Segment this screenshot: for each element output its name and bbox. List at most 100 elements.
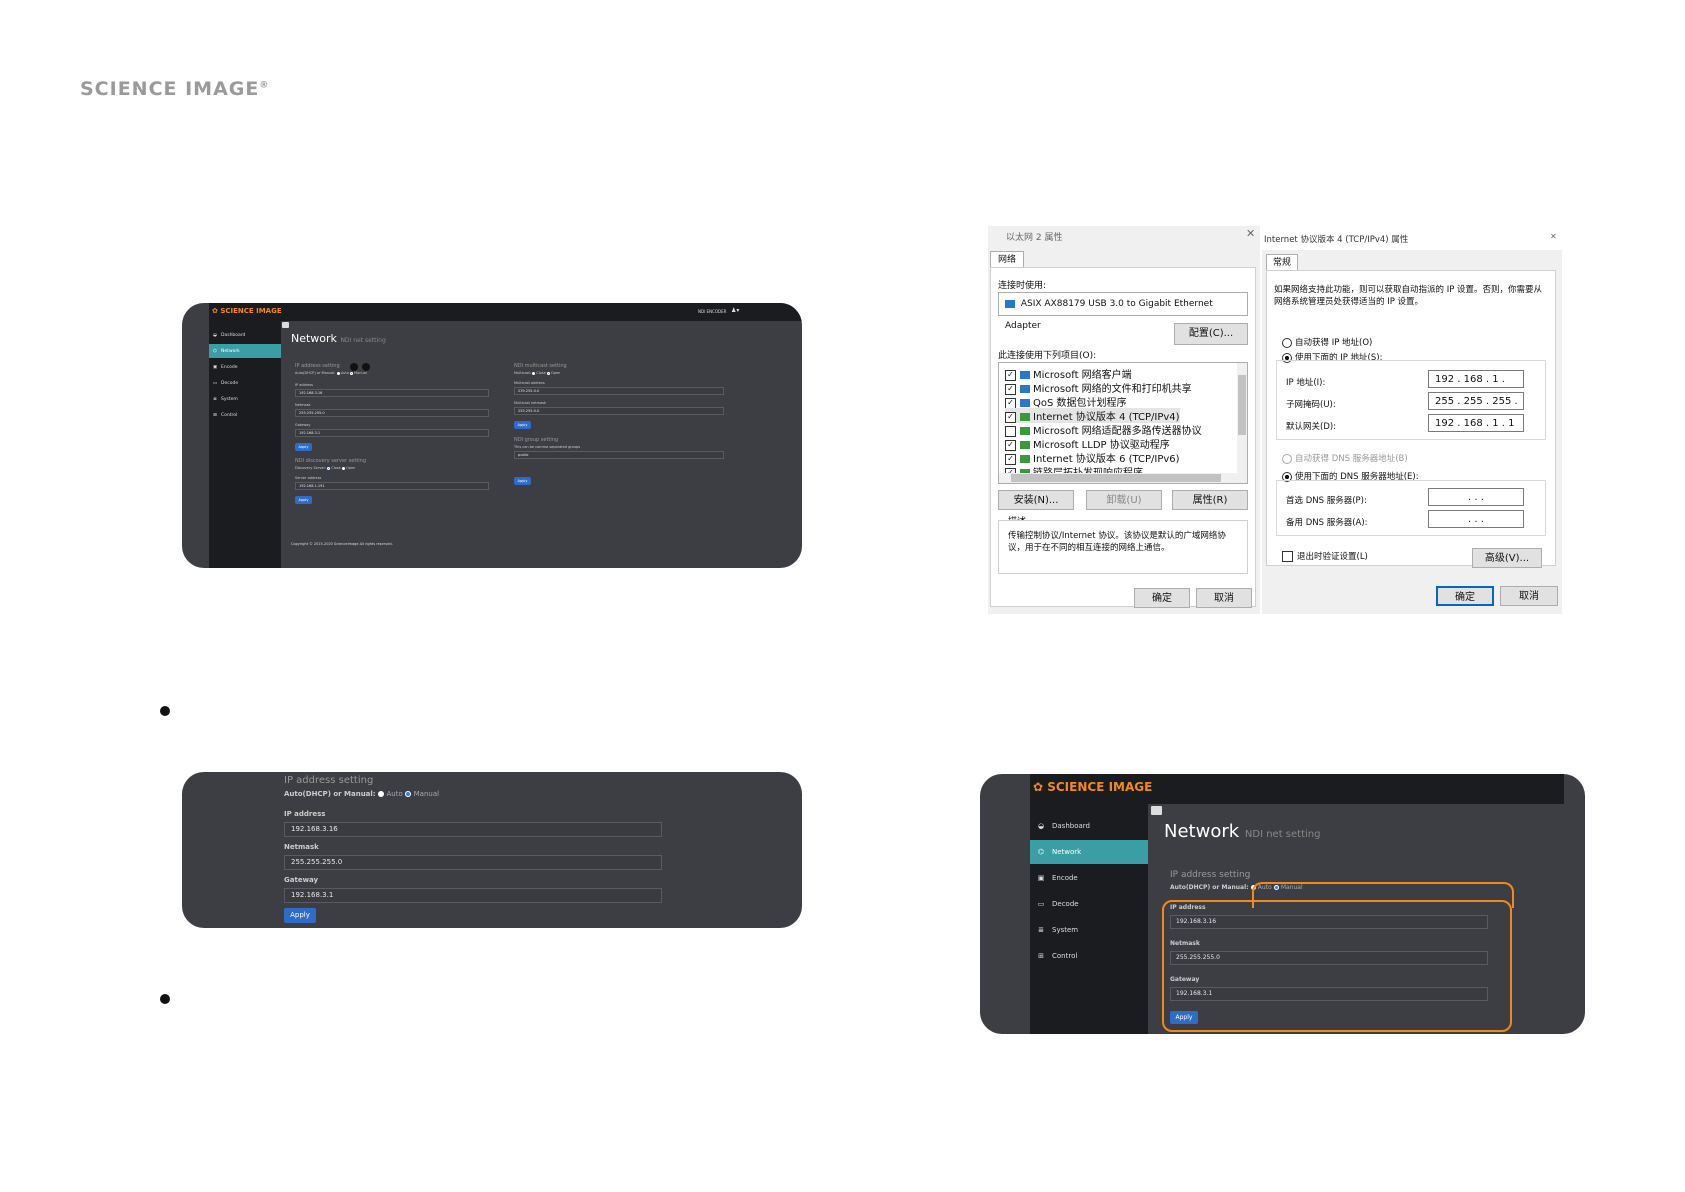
sidebar-item-decode[interactable]: ▭ Decode — [1030, 892, 1148, 916]
dialog-title: 以太网 2 属性 — [1006, 233, 1063, 243]
discovery-row: Discovery Server: Close Open — [295, 466, 356, 470]
collapse-icon[interactable] — [1151, 806, 1162, 815]
webui-screenshot-highlight: ✿ SCIENCE IMAGE ◒ Dashboard ⌬ Network ▣ Enc… — [980, 774, 1585, 1034]
dns1-input[interactable]: . . . — [1428, 488, 1524, 506]
multicast-open-radio[interactable] — [546, 371, 550, 375]
sidebar-item-network[interactable]: ⌬ Network — [1030, 840, 1148, 864]
list-item[interactable]: ✓ Microsoft 网络客户端 — [1005, 366, 1132, 381]
configure-button[interactable]: 配置(C)... — [1174, 323, 1248, 345]
gateway-input[interactable]: 192.168.3.1 — [295, 429, 489, 437]
auto-radio[interactable] — [336, 371, 340, 375]
sidebar-item-encode[interactable]: ▣ Encode — [209, 360, 281, 374]
discovery-apply-button[interactable]: Apply — [295, 496, 312, 504]
close-icon[interactable]: ✕ — [1246, 227, 1255, 240]
sidebar-item-network[interactable]: ⌬ Network — [209, 344, 281, 358]
group-input[interactable]: public — [514, 451, 724, 459]
auto-ip-option[interactable]: 自动获得 IP 地址(O) — [1282, 336, 1372, 348]
netmask-input[interactable]: 255.255.255.0 — [284, 855, 662, 870]
ip-input[interactable]: 192 . 168 . 1 . 140 — [1428, 370, 1524, 403]
dns2-input[interactable]: . . . — [1428, 510, 1524, 528]
ipv4-properties-dialog: Internet 协议版本 4 (TCP/IPv4) 属性 ✕ 常规 如果网络支… — [1262, 226, 1562, 614]
manual-radio[interactable] — [405, 791, 412, 797]
multicast-address-input[interactable]: 239.255.0.0 — [514, 387, 724, 395]
gateway-input[interactable]: 192 . 168 . 1 . 1 — [1428, 414, 1524, 432]
list-item[interactable]: Microsoft 网络适配器多路传送器协议 — [1005, 422, 1202, 437]
collapse-icon[interactable] — [282, 322, 289, 328]
adapter-box: ASIX AX88179 USB 3.0 to Gigabit Ethernet… — [998, 292, 1248, 331]
advanced-button[interactable]: 高级(V)... — [1472, 548, 1542, 568]
dns1-label: 首选 DNS 服务器(P): — [1286, 496, 1367, 506]
properties-button[interactable]: 属性(R) — [1172, 490, 1248, 510]
ip-address-input[interactable]: 192.168.3.16 — [295, 389, 489, 397]
cancel-button[interactable]: 取消 — [1196, 588, 1252, 608]
horizontal-scrollbar[interactable] — [999, 473, 1247, 483]
ok-button[interactable]: 确定 — [1436, 586, 1494, 606]
sidebar-item-encode[interactable]: ▣ Encode — [1030, 866, 1148, 890]
mask-input[interactable]: 255 . 255 . 255 . 0 — [1428, 392, 1524, 425]
list-item[interactable]: ✓ Microsoft 网络的文件和打印机共享 — [1005, 380, 1192, 395]
user-icon[interactable]: ♟▾ — [731, 307, 739, 314]
sidebar-item-decode[interactable]: ▭ Decode — [209, 376, 281, 390]
group-section-title: NDI group setting — [514, 437, 559, 443]
validate-option[interactable]: 退出时验证设置(L) — [1282, 550, 1368, 562]
netmask-input[interactable]: 255.255.255.0 — [295, 409, 489, 417]
list-item[interactable]: ✓ QoS 数据包计划程序 — [1005, 394, 1127, 409]
sidebar-item-control[interactable]: ⊞ Control — [209, 408, 281, 422]
sidebar-item-control[interactable]: ⊞ Control — [1030, 944, 1148, 968]
ip-label: IP 地址(I): — [1286, 378, 1326, 388]
system-icon: ≣ — [213, 396, 217, 402]
auto-dns-radio[interactable] — [1282, 453, 1292, 464]
vertical-scrollbar[interactable] — [1237, 363, 1247, 473]
ip-mode-row: Auto(DHCP) or Manual: Auto Manual — [295, 371, 367, 375]
multicast-apply-button[interactable]: Apply — [514, 421, 531, 429]
ok-button[interactable]: 确定 — [1134, 588, 1190, 608]
highlight-outline-tab — [1252, 882, 1514, 908]
gw-label: 默认网关(D): — [1286, 422, 1337, 432]
group-apply-button[interactable]: Apply — [514, 477, 531, 485]
tab-network[interactable]: 网络 — [990, 251, 1024, 268]
sidebar-item-system[interactable]: ≣ System — [209, 392, 281, 406]
server-address-input[interactable]: 192.168.1.191 — [295, 482, 489, 490]
control-icon: ⊞ — [213, 412, 217, 418]
sidebar-item-dashboard[interactable]: ◒ Dashboard — [1030, 814, 1148, 838]
decode-icon: ▭ — [212, 380, 218, 386]
ip-address-input[interactable]: 192.168.3.16 — [284, 822, 662, 837]
list-item[interactable]: ✓ Microsoft LLDP 协议驱动程序 — [1005, 436, 1170, 451]
encode-icon: ▣ — [1037, 874, 1045, 882]
items-label: 此连接使用下列项目(O): — [998, 351, 1097, 361]
sidebar-item-system[interactable]: ≣ System — [1030, 918, 1148, 942]
uninstall-button[interactable]: 卸载(U) — [1086, 490, 1162, 510]
multicast-row: Multicast: Close Open — [514, 371, 561, 375]
brand-logo: SCIENCE IMAGE® — [80, 78, 270, 100]
discovery-close-radio[interactable] — [327, 466, 331, 470]
annotation-dot — [362, 363, 370, 371]
validate-checkbox[interactable] — [1282, 551, 1293, 562]
gateway-input[interactable]: 192.168.3.1 — [284, 888, 662, 903]
manual-radio[interactable] — [349, 371, 353, 375]
ip-apply-button[interactable]: Apply — [295, 443, 312, 451]
ip-mode-row: Auto(DHCP) or Manual: Auto Manual — [284, 790, 440, 798]
auto-ip-radio[interactable] — [1282, 337, 1292, 348]
copyright: Copyright © 2015-2020 ScienceImage All r… — [291, 542, 393, 546]
discovery-open-radio[interactable] — [341, 466, 345, 470]
description-text: 传输控制协议/Internet 协议。该协议是默认的广域网络协议，用于在不同的相… — [1008, 531, 1226, 553]
multicast-netmask-input[interactable]: 255.255.0.0 — [514, 407, 724, 415]
sidebar-item-dashboard[interactable]: ◒ Dashboard — [209, 328, 281, 342]
tab-general[interactable]: 常规 — [1266, 254, 1298, 271]
system-icon: ≣ — [1038, 926, 1044, 934]
webui-screenshot-full: ✿ SCIENCE IMAGE NDI ENCODER ♟▾ ◒ Dashboar… — [182, 303, 802, 568]
list-item[interactable]: ✓ Internet 协议版本 6 (TCP/IPv6) — [1005, 450, 1180, 465]
ip-section-title: IP address setting — [284, 775, 374, 786]
dashboard-icon: ◒ — [1037, 822, 1045, 830]
ip-apply-button[interactable]: Apply — [284, 908, 316, 923]
cancel-button[interactable]: 取消 — [1500, 586, 1558, 606]
list-item[interactable]: ✓ Internet 协议版本 4 (TCP/IPv4) — [1005, 408, 1180, 423]
auto-radio[interactable] — [378, 791, 385, 797]
multicast-close-radio[interactable] — [532, 371, 536, 375]
auto-dns-option[interactable]: 自动获得 DNS 服务器地址(B) — [1282, 452, 1408, 464]
install-button[interactable]: 安装(N)... — [998, 490, 1074, 510]
gateway-label: Gateway — [284, 876, 319, 884]
close-icon[interactable]: ✕ — [1550, 232, 1557, 241]
items-list: ✓ Microsoft 网络客户端 ✓ Microsoft 网络的文件和打印机共享 … — [998, 362, 1248, 484]
connect-label: 连接时使用: — [998, 281, 1047, 291]
